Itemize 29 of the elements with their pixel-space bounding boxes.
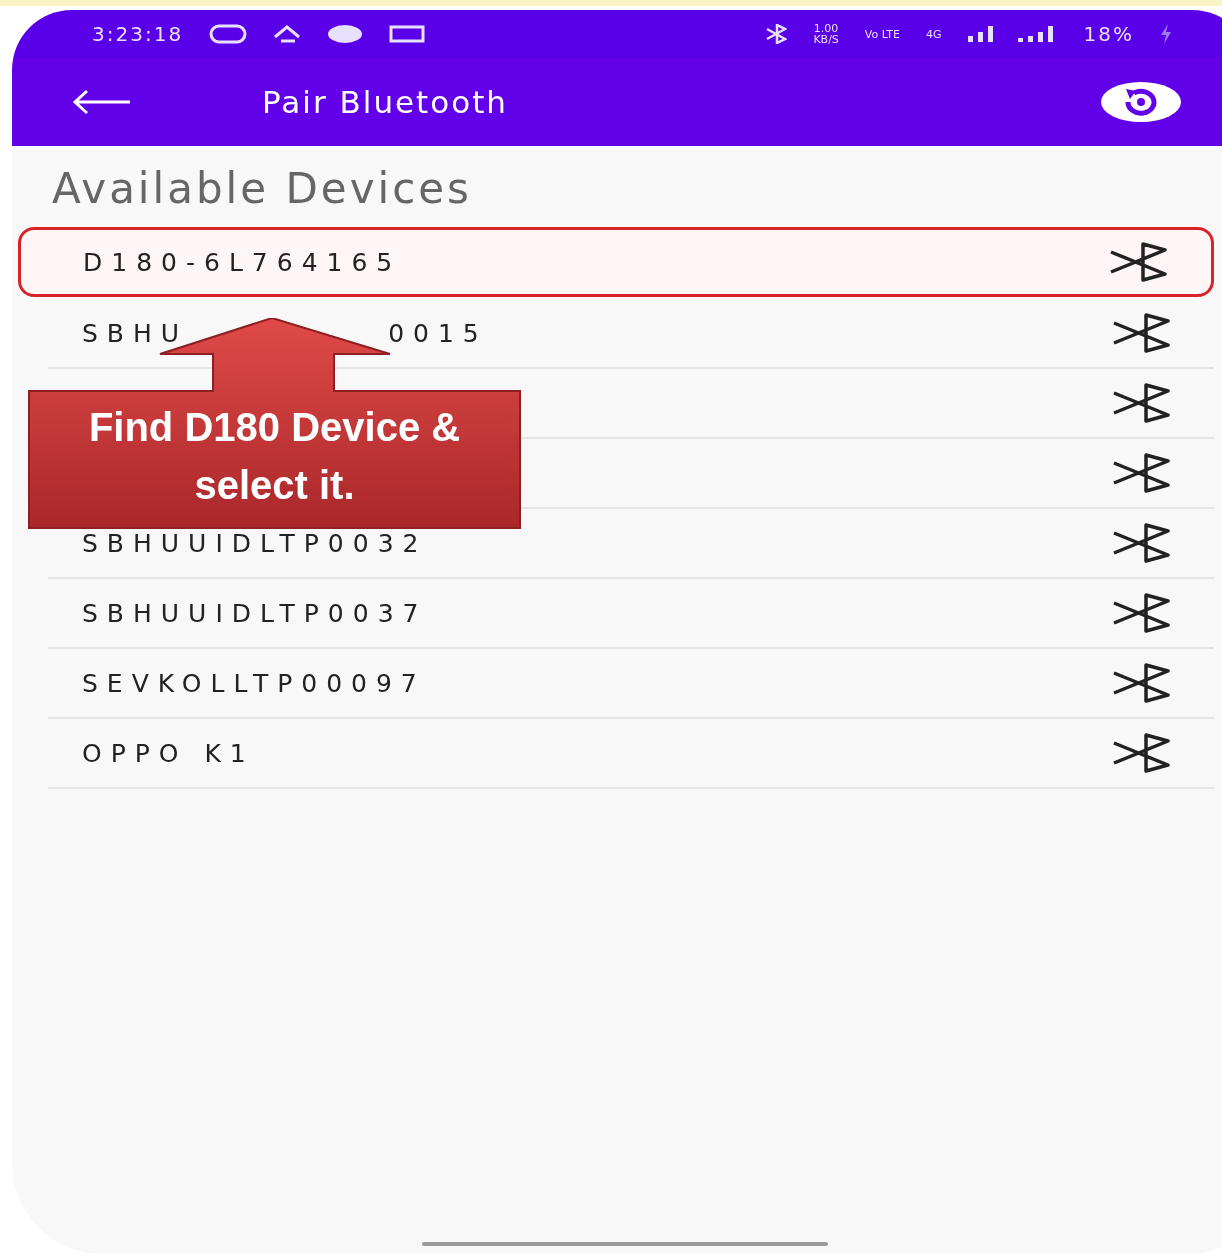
device-row[interactable]: SBHUUIDLTP0037 (48, 579, 1214, 649)
oval-icon (327, 24, 364, 44)
volte-label: Vo LTE (864, 27, 900, 41)
device-name: D180-6L764165 (83, 247, 403, 277)
battery-level: 18% (1083, 22, 1134, 46)
back-arrow-icon (72, 89, 132, 115)
app-bar-title: Pair Bluetooth (262, 84, 509, 120)
device-name: 0015 (388, 318, 488, 348)
device-name: SBHUUIDLTP0037 (82, 598, 429, 628)
status-time: 3:23:18 (92, 22, 184, 46)
network-type: 4G (926, 27, 942, 41)
charging-icon (1160, 24, 1172, 44)
callout-text: Find D180 Device & select it. (87, 404, 462, 509)
network-speed: 1.00 KB/S (813, 23, 839, 45)
device-row[interactable]: OPPO K1 (48, 719, 1214, 789)
device-name: SBHUUIDLTP0032 (82, 528, 429, 558)
device-name: OPPO K1 (82, 738, 256, 768)
device-name: SEVKOLLTP00097 (82, 668, 427, 698)
pill-icon (209, 24, 248, 44)
refresh-icon (1100, 81, 1182, 123)
back-button[interactable] (72, 89, 132, 115)
device-row[interactable]: D180-6L764165 (18, 227, 1214, 297)
caret-icon (273, 25, 302, 43)
section-title: Available Devices (51, 163, 473, 215)
message-icon (389, 25, 426, 43)
bluetooth-status-icon (765, 24, 788, 44)
refresh-button[interactable] (1100, 81, 1182, 123)
device-name: SBHU (82, 318, 189, 348)
device-row[interactable]: SEVKOLLTP00097 (48, 649, 1214, 719)
